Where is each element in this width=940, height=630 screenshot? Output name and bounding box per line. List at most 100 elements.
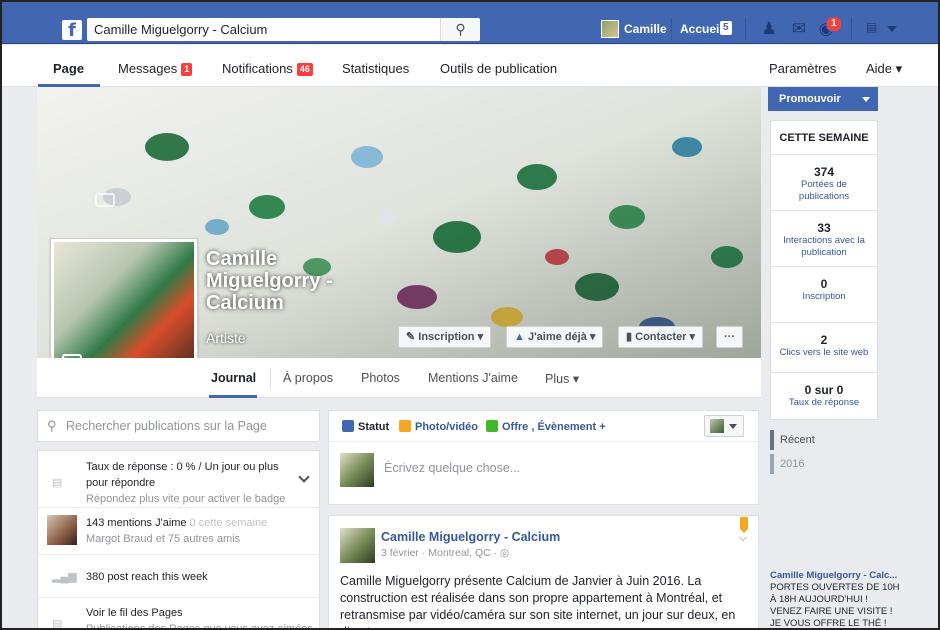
stat-subscriptions[interactable]: 0 Inscription — [771, 267, 877, 323]
liked-button[interactable]: ▲ J'aime déjà ▾ — [506, 326, 604, 348]
tab-timeline[interactable]: Journal — [211, 371, 256, 385]
cover-camera-icon[interactable] — [95, 193, 115, 207]
notifications-count-badge: 46 — [296, 63, 313, 76]
tab-publishing-tools[interactable]: Outils de publication — [440, 61, 557, 76]
timeline-year-nav: Récent 2016 — [770, 430, 878, 474]
pages-feed-title[interactable]: Voir le fil des Pages — [86, 605, 316, 621]
weekly-stats-header: CETTE SEMAINE — [771, 121, 877, 155]
notifications-badge: 1 — [826, 16, 842, 32]
response-rate-row[interactable]: ▤ Taux de réponse : 0 % / Un jour ou plu… — [38, 451, 321, 508]
stat-post-reach[interactable]: 374 Portées de publications — [771, 155, 877, 211]
stat-value: 2 — [820, 333, 828, 347]
composer-tab-offer[interactable]: Offre , Évènement + — [486, 420, 606, 433]
composer-tab-status-label: Statut — [358, 421, 390, 433]
composer-tabs: Statut Photo/vidéo Offre , Évènement + — [329, 411, 758, 442]
search-icon[interactable]: ⚲ — [440, 18, 480, 41]
timeline-post: Camille Miguelgorry - Calcium 3 février … — [328, 515, 759, 630]
page-category: Artiste — [206, 330, 246, 346]
home-link[interactable]: Accueil — [680, 22, 723, 36]
tab-likes[interactable]: Mentions J'aime — [428, 371, 518, 385]
pencil-icon: ✎ — [406, 331, 416, 343]
composer-tab-photo[interactable]: Photo/vidéo — [399, 420, 478, 433]
search-input[interactable]: Camille Miguelgorry - Calcium — [87, 18, 480, 41]
page-posts-search-input[interactable]: ⚲ Rechercher publications sur la Page — [37, 410, 320, 442]
tab-statistics[interactable]: Statistiques — [342, 61, 409, 76]
composer-tab-status[interactable]: Statut — [342, 420, 389, 433]
reach-row[interactable]: ▂▄▆ 380 post reach this week — [38, 556, 321, 598]
page-avatar[interactable] — [340, 528, 375, 563]
likes-line: 143 mentions J'aime 0 cette semaine — [86, 515, 316, 531]
account-menu-chevron-down-icon[interactable] — [887, 26, 897, 32]
likes-this-week: 0 cette semaine — [189, 517, 268, 529]
tab-more[interactable]: Plus ▾ — [545, 371, 579, 386]
chevron-down-icon[interactable] — [298, 471, 310, 483]
pages-feed-row[interactable]: ▤ Voir le fil des Pages Publications des… — [38, 599, 321, 630]
thumbs-up-icon: ▲ — [514, 331, 525, 343]
contact-button[interactable]: ▮ Contacter ▾ — [618, 326, 704, 348]
pages-feed-sub: Publications des Pages que vous avez aim… — [86, 623, 313, 630]
newsfeed-icon: ▤ — [52, 618, 63, 630]
tab-notifications-label: Notifications — [222, 61, 293, 76]
user-avatar[interactable] — [601, 20, 619, 38]
page-name: Camille Miguelgorry - Calcium — [206, 248, 333, 314]
home-count-badge: 5 — [720, 21, 732, 35]
top-navigation-bar: f Camille Miguelgorry - Calcium ⚲ Camill… — [0, 0, 940, 44]
messages-icon[interactable]: ✉ — [788, 18, 810, 40]
ad-title[interactable]: Camille Miguelgorry - Calc... — [770, 570, 902, 582]
divider — [671, 18, 672, 40]
privacy-shortcuts-icon[interactable]: ▤ — [866, 20, 877, 34]
stat-value: 33 — [817, 221, 831, 235]
tab-messages-label: Messages — [118, 61, 178, 76]
timeline-year-link[interactable]: 2016 — [770, 454, 878, 474]
divider — [270, 368, 271, 388]
page-avatar — [710, 419, 724, 433]
tab-page[interactable]: Page — [53, 61, 84, 76]
post-as-selector[interactable] — [704, 415, 744, 437]
tab-help[interactable]: Aide ▾ — [866, 61, 902, 77]
sidebar-ad-preview[interactable]: Camille Miguelgorry - Calc... PORTES OUV… — [770, 570, 902, 630]
timeline-recent-link[interactable]: Récent — [770, 430, 878, 450]
tab-messages[interactable]: Messages 1 — [118, 61, 193, 76]
promote-button[interactable]: Promouvoir — [768, 87, 878, 111]
page-avatar — [340, 453, 374, 487]
friend-requests-icon[interactable]: ♟ — [758, 18, 780, 40]
response-rate-text: Taux de réponse : 0 % / Un jour ou plus … — [86, 459, 286, 507]
tab-notifications[interactable]: Notifications 46 — [222, 61, 313, 76]
user-name-link[interactable]: Camille — [624, 22, 667, 36]
friend-avatar[interactable] — [47, 515, 77, 545]
more-options-button[interactable]: ··· — [716, 326, 743, 348]
contact-button-label: Contacter — [635, 331, 687, 343]
ad-text: PORTES OUVERTES DE 10H À 18H AUJOURD'HUI… — [770, 582, 900, 629]
response-rate-value: Taux de réponse : 0 % / Un jour ou plus … — [86, 461, 279, 489]
tab-photos[interactable]: Photos — [361, 371, 400, 385]
post-meta[interactable]: 3 février · Montreal, QC · ◎ — [381, 547, 509, 559]
likes-friends[interactable]: Margot Braud et 75 autres amis — [86, 531, 316, 547]
stat-label[interactable]: Inscription — [771, 291, 877, 303]
post-options-chevron-down-icon[interactable] — [738, 532, 748, 542]
stat-value: 0 — [820, 277, 828, 291]
stat-website-clicks[interactable]: 2 Clics vers le site web — [771, 323, 877, 373]
likes-row[interactable]: 143 mentions J'aime 0 cette semaine Marg… — [38, 509, 321, 555]
stat-label[interactable]: Interactions avec la publication — [771, 235, 877, 259]
tab-about[interactable]: À propos — [283, 371, 333, 385]
stat-post-engagement[interactable]: 33 Interactions avec la publication — [771, 211, 877, 267]
divider — [851, 18, 852, 40]
stat-label[interactable]: Taux de réponse — [771, 397, 877, 409]
help-chevron-down-icon: ▾ — [895, 61, 903, 76]
facebook-logo-icon[interactable]: f — [62, 20, 82, 41]
likes-count[interactable]: 143 mentions J'aime — [86, 517, 187, 529]
chevron-down-icon: ▾ — [589, 331, 596, 343]
subscribe-button[interactable]: ✎ Inscription ▾ — [398, 326, 492, 348]
composer-tab-photo-label: Photo/vidéo — [415, 421, 478, 433]
active-tab-indicator — [209, 395, 257, 398]
composer-input[interactable]: Écrivez quelque chose... — [384, 461, 520, 475]
offer-icon — [486, 420, 498, 432]
tab-settings[interactable]: Paramètres — [769, 61, 836, 76]
page-admin-tabs: Page Messages 1 Notifications 46 Statistiq… — [0, 45, 940, 87]
post-author[interactable]: Camille Miguelgorry - Calcium — [381, 530, 560, 544]
liked-button-label: J'aime déjà — [527, 331, 587, 343]
stat-label[interactable]: Clics vers le site web — [771, 347, 877, 359]
bookmark-icon[interactable] — [740, 517, 748, 533]
stat-response-rate[interactable]: 0 sur 0 Taux de réponse — [771, 373, 877, 419]
stat-label[interactable]: Portées de publications — [771, 179, 877, 203]
